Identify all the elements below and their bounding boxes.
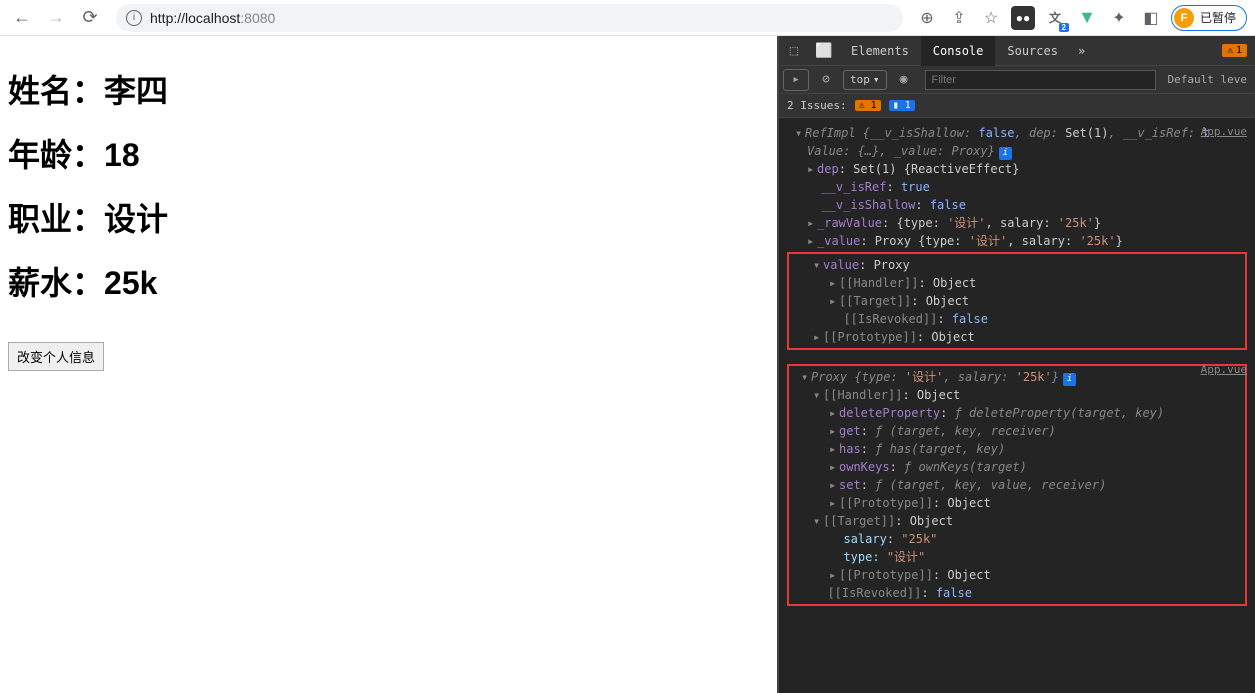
log-source-link[interactable]: App.vue	[1201, 124, 1247, 141]
console-toolbar: ▸ ⊘ top ▾ ◉ Default leve	[779, 66, 1255, 94]
name-row: 姓名：李四	[8, 66, 769, 112]
sidebar-icon[interactable]: ◧	[1139, 6, 1163, 30]
highlighted-proxy-box-2: ▾Proxy {type: '设计', salary: '25k'}i ▾[[H…	[787, 364, 1247, 606]
profile-avatar: F	[1174, 8, 1194, 28]
site-info-icon[interactable]: i	[126, 10, 142, 26]
change-info-button[interactable]: 改变个人信息	[8, 342, 104, 371]
info-icon[interactable]: i	[1063, 373, 1076, 386]
live-expression-icon[interactable]: ◉	[891, 69, 917, 91]
device-icon[interactable]: ⬜	[809, 36, 839, 66]
errors-badge[interactable]: ⚠ 1	[1222, 44, 1247, 57]
issues-label: 2 Issues:	[787, 99, 847, 112]
issues-info-count: ▮ 1	[889, 100, 915, 111]
profile-status: 已暂停	[1200, 9, 1236, 26]
vue-devtools-icon[interactable]: ▼	[1075, 6, 1099, 30]
url-port: :8080	[240, 10, 275, 26]
console-output: App.vue ▾RefImpl {__v_isShallow: false, …	[779, 118, 1255, 693]
browser-toolbar: ← → ⟳ i http://localhost:8080 ⊕ ⇪ ☆ ●● 文…	[0, 0, 1255, 36]
bookmark-icon[interactable]: ☆	[979, 6, 1003, 30]
console-sidebar-toggle[interactable]: ▸	[783, 69, 809, 91]
highlighted-proxy-box: ▾value: Proxy ▸[[Handler]]: Object ▸[[Ta…	[787, 252, 1247, 350]
toolbar-right: ⊕ ⇪ ☆ ●● 文2 ▼ ✦ ◧ F 已暂停	[915, 5, 1247, 31]
tab-console[interactable]: Console	[921, 36, 996, 66]
console-log-1[interactable]: App.vue ▾RefImpl {__v_isShallow: false, …	[779, 122, 1255, 354]
extension-icon-1[interactable]: ●●	[1011, 6, 1035, 30]
log-levels[interactable]: Default leve	[1164, 73, 1251, 86]
age-row: 年龄：18	[8, 130, 769, 176]
issues-bar[interactable]: 2 Issues: ⚠ 1 ▮ 1	[779, 94, 1255, 118]
salary-row: 薪水：25k	[8, 258, 769, 304]
extensions-icon[interactable]: ✦	[1107, 6, 1131, 30]
tab-sources[interactable]: Sources	[995, 36, 1070, 66]
issues-warn-count: ⚠ 1	[855, 100, 881, 111]
translate-extension-icon[interactable]: 文2	[1043, 6, 1067, 30]
clear-console-icon[interactable]: ⊘	[813, 69, 839, 91]
devtools-tabs: ⬚ ⬜ Elements Console Sources » ⚠ 1	[779, 36, 1255, 66]
zoom-icon[interactable]: ⊕	[915, 6, 939, 30]
devtools-panel: ⬚ ⬜ Elements Console Sources » ⚠ 1 ▸ ⊘ t…	[777, 36, 1255, 693]
context-selector[interactable]: top ▾	[843, 70, 887, 90]
profile-badge[interactable]: F 已暂停	[1171, 5, 1247, 31]
url-text: http://localhost	[150, 10, 240, 26]
back-button[interactable]: ←	[8, 4, 36, 32]
console-log-2[interactable]: App.vue ▾Proxy {type: '设计', salary: '25k…	[779, 360, 1255, 610]
url-bar[interactable]: i http://localhost:8080	[116, 4, 903, 32]
page-content: 姓名：李四 年龄：18 职业：设计 薪水：25k 改变个人信息	[0, 36, 777, 693]
tab-elements[interactable]: Elements	[839, 36, 921, 66]
share-icon[interactable]: ⇪	[947, 6, 971, 30]
job-row: 职业：设计	[8, 194, 769, 240]
info-icon[interactable]: i	[999, 147, 1012, 160]
inspect-icon[interactable]: ⬚	[779, 36, 809, 66]
tabs-more-icon[interactable]: »	[1070, 44, 1093, 58]
console-filter-input[interactable]	[925, 70, 1156, 90]
reload-button[interactable]: ⟳	[76, 4, 104, 32]
forward-button[interactable]: →	[42, 4, 70, 32]
log-source-link[interactable]: App.vue	[1201, 362, 1247, 379]
